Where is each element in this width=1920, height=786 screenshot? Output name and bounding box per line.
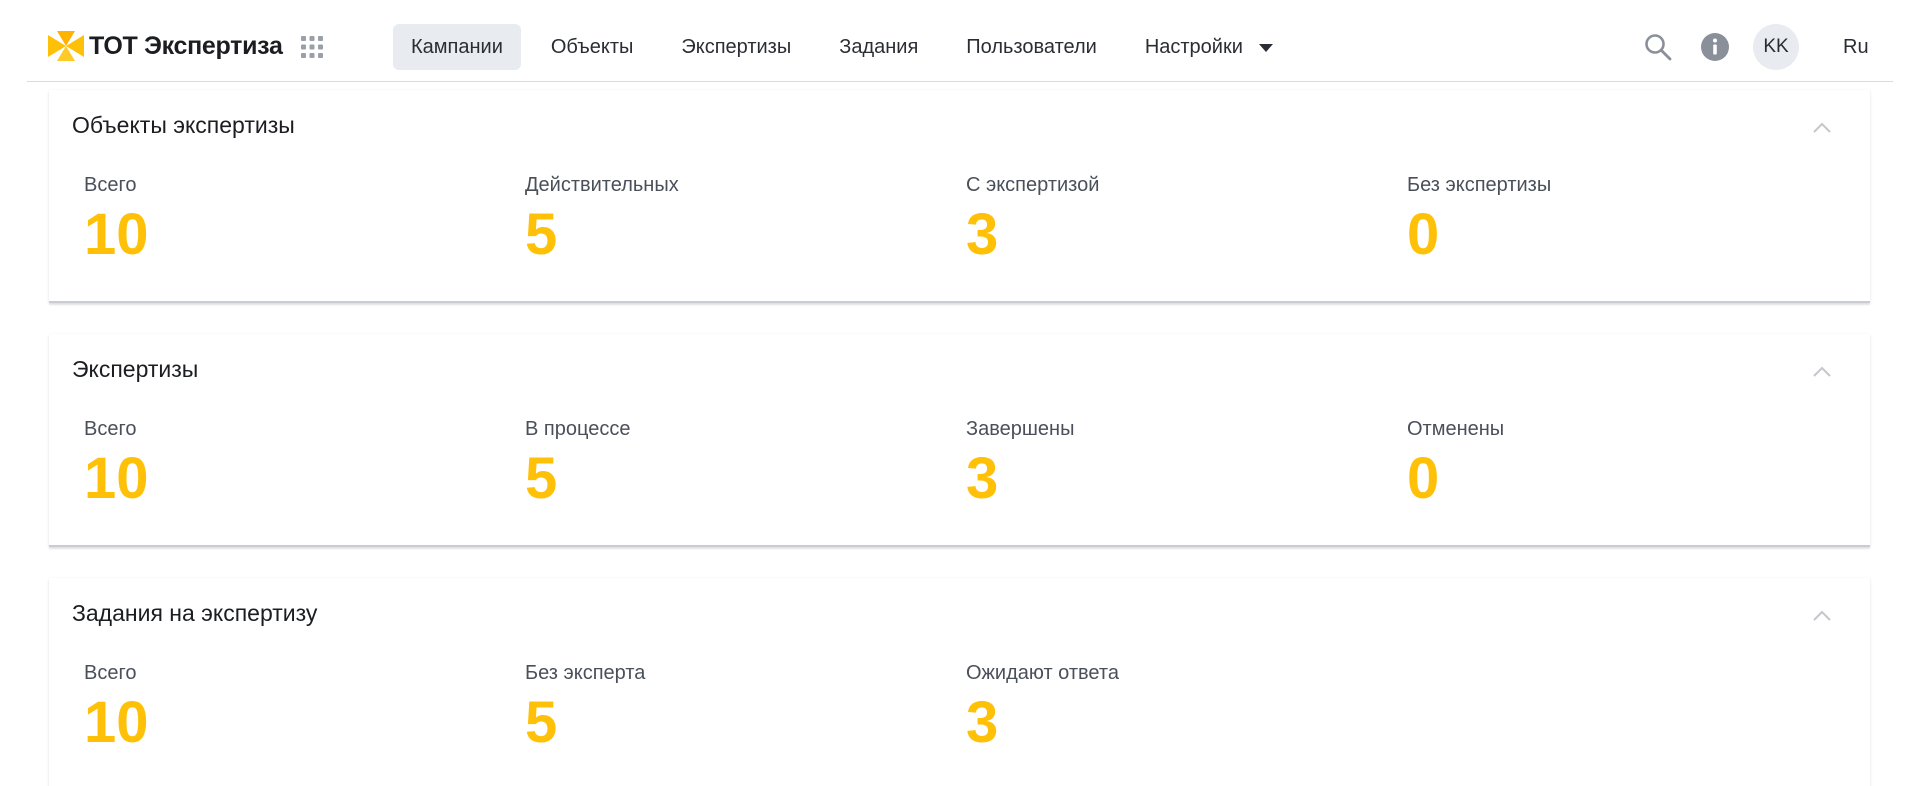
stat-label: В процессе: [525, 418, 631, 440]
stats-row: Всего 10 Действительных 5 С экспертизой …: [84, 174, 1844, 294]
user-avatar[interactable]: KK: [1753, 24, 1799, 70]
stat-value: 3: [966, 202, 999, 267]
stat-awaiting-response: Ожидают ответа 3: [966, 662, 1366, 757]
stat-value: 10: [84, 690, 149, 755]
stat-value: 5: [525, 202, 558, 267]
top-navigation-bar: ТОТ Экспертиза Кампании Объекты Эксперти…: [27, 0, 1893, 82]
stat-value: 5: [525, 690, 558, 755]
nav-item-users[interactable]: Пользователи: [948, 24, 1115, 70]
nav-item-label: Пользователи: [966, 35, 1097, 58]
card-expertises: Экспертизы Всего 10 В процессе 5 Заверше…: [49, 334, 1870, 547]
search-icon[interactable]: [1643, 32, 1673, 62]
stat-value: 10: [84, 446, 149, 511]
logo-text: ТОТ Экспертиза: [89, 31, 283, 60]
stat-label: Всего: [84, 418, 137, 440]
stat-label: Действительных: [525, 174, 679, 196]
stat-total: Всего 10: [84, 174, 484, 269]
main-nav: Кампании Объекты Экспертизы Задания Поль…: [393, 24, 1303, 70]
stat-label: Отменены: [1407, 418, 1505, 440]
chevron-up-icon[interactable]: [1810, 360, 1834, 384]
stat-total: Всего 10: [84, 662, 484, 757]
stat-cancelled: Отменены 0: [1407, 418, 1807, 513]
chevron-down-icon: [1258, 44, 1273, 52]
nav-item-label: Объекты: [550, 35, 634, 58]
card-title: Задания на экспертизу: [72, 600, 318, 626]
app-logo[interactable]: ТОТ Экспертиза: [48, 28, 283, 64]
card-expertise-objects: Объекты экспертизы Всего 10 Действительн…: [49, 90, 1870, 303]
card-title: Объекты экспертизы: [72, 112, 295, 138]
stat-value: 0: [1407, 446, 1440, 511]
nav-item-label: Экспертизы: [681, 35, 792, 58]
stat-value: 3: [966, 446, 999, 511]
stat-without-expert: Без эксперта 5: [525, 662, 925, 757]
chevron-up-icon[interactable]: [1810, 116, 1834, 140]
stat-label: Без эксперта: [525, 662, 646, 684]
info-icon[interactable]: [1700, 32, 1730, 62]
stat-label: Всего: [84, 662, 137, 684]
language-switcher[interactable]: Ru: [1843, 24, 1869, 70]
avatar-initials: KK: [1763, 36, 1789, 57]
stat-with-expertise: С экспертизой 3: [966, 174, 1366, 269]
stat-without-expertise: Без экспертизы 0: [1407, 174, 1807, 269]
stat-value: 10: [84, 202, 149, 267]
stat-in-progress: В процессе 5: [525, 418, 925, 513]
page: ТОТ Экспертиза Кампании Объекты Эксперти…: [0, 0, 1920, 786]
nav-item-campaigns[interactable]: Кампании: [393, 24, 521, 70]
stats-row: Всего 10 Без эксперта 5 Ожидают ответа 3: [84, 662, 1844, 782]
stat-label: Завершены: [966, 418, 1075, 440]
nav-item-label: Задания: [839, 35, 919, 58]
nav-item-expertises[interactable]: Экспертизы: [663, 24, 809, 70]
nav-item-label: Кампании: [411, 35, 503, 58]
stat-total: Всего 10: [84, 418, 484, 513]
nav-item-settings[interactable]: Настройки: [1127, 24, 1291, 70]
logo-mark-icon: [48, 31, 84, 61]
stat-completed: Завершены 3: [966, 418, 1366, 513]
stat-label: С экспертизой: [966, 174, 1100, 196]
stat-value: 5: [525, 446, 558, 511]
apps-grid-icon[interactable]: [300, 35, 324, 59]
card-title: Экспертизы: [72, 356, 199, 382]
nav-item-label: Настройки: [1144, 35, 1243, 58]
card-expertise-tasks: Задания на экспертизу Всего 10 Без экспе…: [49, 578, 1870, 786]
stats-row: Всего 10 В процессе 5 Завершены 3 Отмене…: [84, 418, 1844, 538]
nav-item-tasks[interactable]: Задания: [821, 24, 936, 70]
stat-label: Всего: [84, 174, 137, 196]
nav-item-objects[interactable]: Объекты: [533, 24, 651, 70]
stat-label: Ожидают ответа: [966, 662, 1119, 684]
stat-value: 3: [966, 690, 999, 755]
stat-label: Без экспертизы: [1407, 174, 1552, 196]
stat-valid: Действительных 5: [525, 174, 925, 269]
language-label: Ru: [1843, 35, 1869, 58]
stat-value: 0: [1407, 202, 1440, 267]
chevron-up-icon[interactable]: [1810, 604, 1834, 628]
